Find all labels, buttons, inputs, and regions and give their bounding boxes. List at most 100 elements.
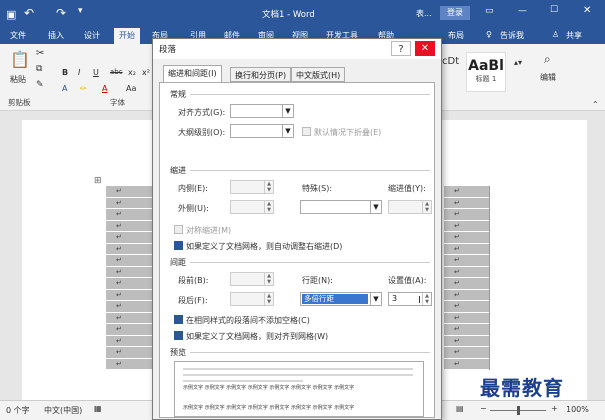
- copy-icon[interactable]: ⧉: [36, 64, 42, 74]
- editing-button[interactable]: 编辑: [540, 72, 556, 83]
- tab-design[interactable]: 设计: [84, 30, 100, 41]
- special-label: 特殊(S):: [302, 184, 333, 193]
- window-title: 文档1 - Word: [262, 10, 315, 20]
- subscript-button[interactable]: x₂: [128, 68, 136, 77]
- general-header: 常规: [170, 90, 186, 99]
- help-button[interactable]: ?: [391, 41, 411, 56]
- auto-adjust-indent-label: 如果定义了文档网格，则自动调整右缩进(D): [186, 242, 343, 251]
- tell-me-search[interactable]: 告诉我: [500, 30, 524, 41]
- language-indicator[interactable]: 中文(中国): [44, 405, 82, 416]
- dialog-title: 段落: [159, 45, 177, 55]
- outside-indent-input[interactable]: ▲ ▼: [230, 200, 274, 214]
- cut-icon[interactable]: ✂: [36, 48, 44, 59]
- style-heading1-label: 标题 1: [475, 75, 497, 83]
- set-value-input[interactable]: 3 ▲ ▼: [388, 292, 432, 306]
- customize-quick-access-icon[interactable]: ▾: [78, 6, 83, 16]
- tab-indents-spacing[interactable]: 缩进和间距(I): [163, 65, 222, 83]
- change-case-button[interactable]: Aa: [126, 84, 136, 93]
- chevron-down-icon: ▼: [370, 201, 381, 213]
- paste-button[interactable]: 粘贴: [10, 74, 26, 85]
- snap-to-grid-label: 如果定义了文档网格，则对齐到网格(W): [186, 332, 329, 341]
- zoom-out-button[interactable]: −: [480, 404, 487, 413]
- user-name: 表...: [416, 9, 432, 18]
- spinner[interactable]: ▲ ▼: [264, 293, 273, 305]
- tab-table-layout[interactable]: 布局: [448, 30, 464, 41]
- zoom-slider-thumb[interactable]: [517, 406, 520, 415]
- save-icon[interactable]: ▣: [6, 8, 16, 21]
- web-layout-icon[interactable]: ▤: [456, 404, 464, 413]
- font-color-button[interactable]: A: [102, 84, 107, 93]
- alignment-select[interactable]: ▼: [230, 104, 294, 118]
- dialog-close-button[interactable]: ✕: [415, 41, 435, 56]
- underline-button[interactable]: U: [93, 68, 99, 77]
- spinner[interactable]: ▲ ▼: [264, 201, 273, 213]
- text-effects-icon[interactable]: A: [62, 84, 67, 93]
- collapse-default-checkbox[interactable]: [302, 127, 311, 136]
- no-space-same-style-label: 在相同样式的段落间不添加空格(C): [186, 316, 310, 325]
- special-indent-select[interactable]: ▼: [300, 200, 382, 214]
- preview-line: [183, 374, 413, 376]
- zoom-in-button[interactable]: +: [551, 404, 558, 413]
- space-after-label: 段后(F):: [178, 296, 208, 305]
- undo-icon[interactable]: ↶: [24, 6, 34, 20]
- superscript-button[interactable]: x²: [142, 68, 150, 77]
- spinner[interactable]: ▲ ▼: [422, 293, 431, 305]
- tab-asian-typography[interactable]: 中文版式(H): [291, 67, 346, 82]
- collapse-default-label: 默认情况下折叠(E): [314, 128, 382, 137]
- mirror-indent-checkbox[interactable]: [174, 225, 183, 234]
- alignment-label: 对齐方式(G):: [178, 108, 226, 117]
- maximize-button[interactable]: ☐: [550, 5, 558, 15]
- table-left-columns[interactable]: ↵ ↵ ↵ ↵ ↵ ↵ ↵ ↵ ↵ ↵ ↵ ↵ ↵ ↵ ↵ ↵: [106, 186, 156, 370]
- styles-more-icon[interactable]: ▴▾: [514, 58, 522, 67]
- indent-header: 缩进: [170, 166, 186, 175]
- inside-indent-label: 内侧(E):: [178, 184, 208, 193]
- set-value-label: 设置值(A):: [388, 276, 427, 285]
- indent-value-input[interactable]: ▲ ▼: [388, 200, 432, 214]
- minimize-button[interactable]: —: [518, 6, 527, 16]
- style-heading1[interactable]: AaBl 标题 1: [466, 52, 506, 92]
- person-icon: ♙: [552, 30, 560, 39]
- spacing-header: 间距: [170, 258, 186, 267]
- tab-insert[interactable]: 插入: [48, 30, 64, 41]
- space-before-input[interactable]: ▲ ▼: [230, 272, 274, 286]
- line-spacing-select[interactable]: 多倍行距 ▼: [300, 292, 382, 306]
- style-normal-partial[interactable]: cDt: [442, 56, 459, 67]
- share-button[interactable]: 共享: [566, 30, 582, 41]
- chevron-down-icon: ▼: [282, 105, 293, 117]
- table-right-columns[interactable]: ↵ ↵ ↵ ↵ ↵ ↵ ↵ ↵ ↵ ↵ ↵ ↵ ↵ ↵ ↵ ↵: [444, 186, 490, 370]
- collapse-ribbon-icon[interactable]: ⌃: [592, 100, 599, 109]
- set-value-text: 3: [392, 294, 398, 303]
- spinner[interactable]: ▲ ▼: [422, 201, 431, 213]
- ribbon-display-icon[interactable]: ▭: [485, 6, 494, 16]
- mirror-indent-label: 对称缩进(M): [186, 226, 232, 235]
- divider: [190, 262, 430, 263]
- inside-indent-input[interactable]: ▲ ▼: [230, 180, 274, 194]
- outline-level-select[interactable]: ▼: [230, 124, 294, 138]
- outside-indent-label: 外侧(U):: [178, 204, 209, 213]
- space-after-input[interactable]: ▲ ▼: [230, 292, 274, 306]
- divider: [190, 352, 430, 353]
- watermark: 最需教育: [480, 376, 564, 400]
- tab-line-page-breaks[interactable]: 换行和分页(P): [230, 67, 292, 82]
- format-painter-icon[interactable]: ✎: [36, 80, 44, 90]
- paste-icon[interactable]: 📋: [10, 50, 30, 69]
- table-move-handle-icon[interactable]: ⊞: [94, 176, 102, 186]
- spinner[interactable]: ▲ ▼: [264, 273, 273, 285]
- no-space-same-style-checkbox[interactable]: [174, 315, 183, 324]
- strikethrough-button[interactable]: abc: [110, 68, 123, 76]
- snap-to-grid-checkbox[interactable]: [174, 331, 183, 340]
- macro-record-icon[interactable]: ▦: [94, 404, 102, 413]
- login-button[interactable]: 登录: [440, 6, 470, 20]
- word-count[interactable]: 0 个字: [6, 405, 30, 416]
- bold-button[interactable]: B: [62, 68, 68, 77]
- italic-button[interactable]: I: [78, 68, 80, 77]
- tab-file[interactable]: 文件: [10, 30, 26, 41]
- auto-adjust-indent-checkbox[interactable]: [174, 241, 183, 250]
- spinner[interactable]: ▲ ▼: [264, 181, 273, 193]
- close-button[interactable]: ✕: [583, 5, 591, 16]
- redo-icon[interactable]: ↷: [56, 6, 66, 20]
- tab-home[interactable]: 开始: [114, 28, 140, 44]
- zoom-level[interactable]: 100%: [566, 405, 589, 414]
- highlight-icon[interactable]: ✏: [80, 84, 87, 93]
- search-icon[interactable]: ⌕: [544, 52, 551, 67]
